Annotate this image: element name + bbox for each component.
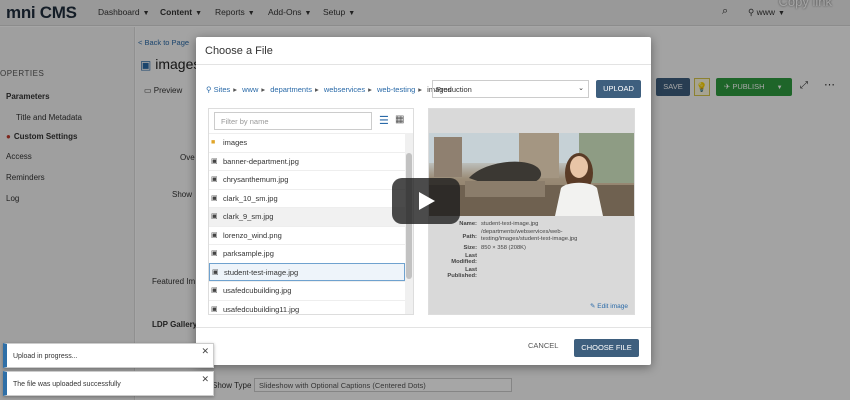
video-play-icon[interactable] [392, 178, 460, 224]
breadcrumb-separator: ▸ [368, 85, 372, 94]
image-file-icon: ▣ [211, 213, 218, 220]
list-item[interactable]: ■ images [209, 133, 405, 152]
folder-icon: ■ [211, 139, 216, 146]
pencil-icon: ✎ [590, 303, 596, 310]
upload-button[interactable]: UPLOAD [596, 80, 641, 98]
file-path-value: /departments/webservices/web-testing/ima… [481, 229, 578, 242]
choose-file-button[interactable]: CHOOSE FILE [574, 339, 639, 357]
list-item[interactable]: ▣ lorenzo_wind.png [209, 225, 405, 245]
file-list: ☰ ▦ ■images ▣banner-department.jpg ▣chry… [208, 108, 414, 315]
list-item[interactable]: ▣ chrysanthemum.jpg [209, 170, 405, 189]
breadcrumb: ⚲ Sites ▸ www ▸ departments ▸ webservices ▸ … [206, 85, 451, 94]
environment-select[interactable]: Production ⌄ [432, 80, 589, 98]
breadcrumb-separator: ▸ [314, 85, 319, 94]
image-file-icon: ▣ [211, 157, 218, 165]
list-view-icon[interactable]: ☰ [379, 114, 389, 127]
breadcrumb-webservices[interactable]: webservices [324, 85, 365, 94]
file-details: Name: student-test-image.jpg Path:/depart… [429, 221, 634, 281]
list-item-selected[interactable]: ▣ student-test-image.jpg [209, 262, 405, 281]
image-file-icon: ▣ [211, 176, 218, 183]
list-item[interactable]: ▣ usafedcubuilding11.jpg [209, 299, 405, 315]
toast-upload-progress: Upload in progress... ✕ [3, 343, 214, 368]
image-file-icon: ▣ [212, 268, 219, 276]
image-file-icon: ▣ [211, 250, 218, 257]
toast-message: Upload in progress... [13, 353, 78, 360]
location-pin-icon: ⚲ [206, 85, 212, 94]
file-rows: ■ images ▣ banner-department.jpg ▣ chrysant… [209, 133, 405, 315]
list-item[interactable]: ▣ usafedcubuilding.jpg [209, 281, 405, 300]
dialog-title: Choose a File [205, 45, 273, 57]
edit-image-link[interactable]: ✎ Edit image [590, 302, 628, 310]
breadcrumb-web-testing[interactable]: web-testing [377, 85, 415, 94]
breadcrumb-departments[interactable]: departments [270, 85, 312, 94]
close-icon[interactable]: ✕ [201, 346, 209, 357]
image-file-icon: ▣ [211, 231, 218, 239]
list-item[interactable]: ▣ clark_10_sm.jpg [209, 188, 405, 208]
image-file-icon: ▣ [211, 305, 218, 313]
breadcrumb-separator: ▸ [233, 85, 238, 94]
chevron-down-icon: ⌄ [578, 85, 584, 92]
grid-view-icon[interactable]: ▦ [395, 114, 404, 125]
dialog-header: Choose a File [196, 37, 651, 65]
list-item[interactable]: ▣ clark_9_sm.jpg [209, 207, 405, 226]
breadcrumb-sites[interactable]: Sites [214, 85, 231, 94]
dialog-footer: CANCEL CHOOSE FILE [196, 327, 651, 365]
file-size-value: 850 × 358 (208K) [481, 245, 526, 251]
toast-upload-success: The file was uploaded successfully ✕ [3, 371, 214, 396]
breadcrumb-www[interactable]: www [242, 85, 258, 94]
close-icon[interactable]: ✕ [201, 374, 209, 385]
image-file-icon: ▣ [211, 287, 218, 294]
breadcrumb-separator: ▸ [418, 85, 423, 94]
file-name-value: student-test-image.jpg [481, 221, 539, 227]
breadcrumb-separator: ▸ [261, 85, 266, 94]
filter-input[interactable] [214, 112, 372, 130]
image-file-icon: ▣ [211, 194, 218, 202]
toast-message: The file was uploaded successfully [13, 381, 121, 388]
list-item[interactable]: ▣ parksample.jpg [209, 244, 405, 263]
cancel-button[interactable]: CANCEL [528, 341, 558, 350]
list-item[interactable]: ▣ banner-department.jpg [209, 151, 405, 171]
